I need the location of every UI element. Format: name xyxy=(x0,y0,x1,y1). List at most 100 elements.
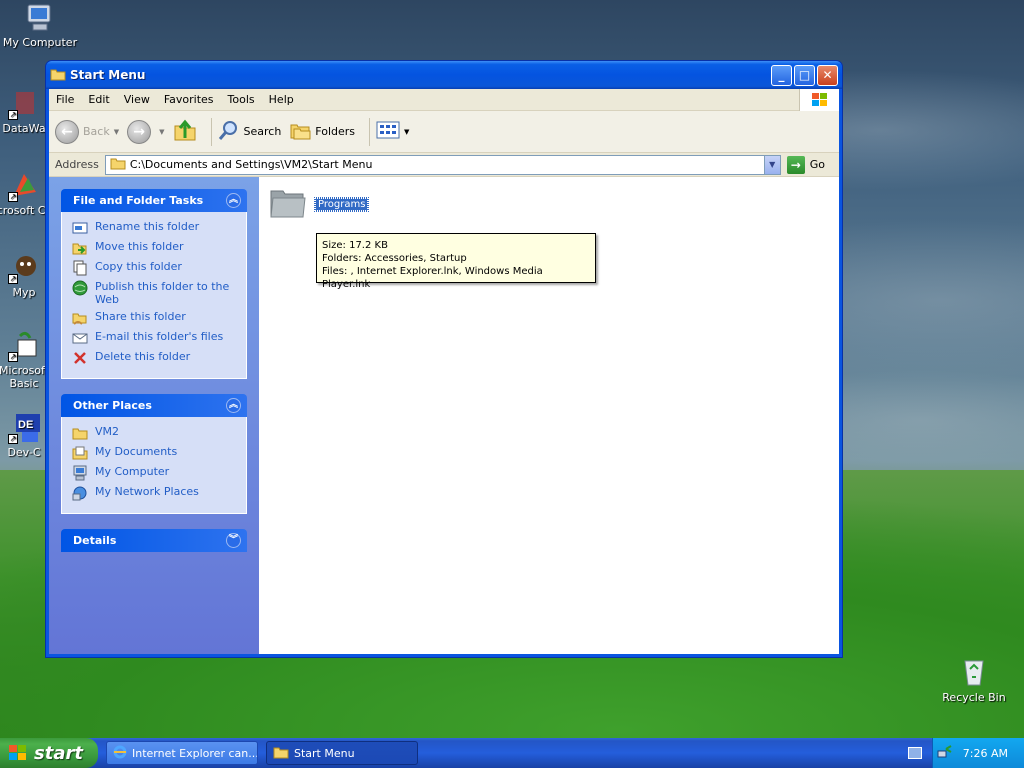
task-label: Move this folder xyxy=(95,240,184,253)
taskbar-button-start-menu[interactable]: Start Menu xyxy=(266,741,418,765)
place-label: My Documents xyxy=(95,445,178,458)
address-value: C:\Documents and Settings\VM2\Start Menu xyxy=(129,158,373,171)
standard-toolbar: ← Back ▼ → ▼ Search Folders ▼ xyxy=(49,111,839,153)
tooltip-size: Size: 17.2 KB xyxy=(322,240,388,251)
windows-flag-icon xyxy=(8,744,28,762)
move-icon xyxy=(72,240,88,256)
task-share-folder[interactable]: Share this folder xyxy=(72,310,236,326)
desktop-icon-my-computer[interactable]: My Computer xyxy=(0,2,80,49)
place-vm2[interactable]: VM2 xyxy=(72,425,236,441)
folder-icon xyxy=(273,745,289,762)
clock[interactable]: 7:26 AM xyxy=(963,747,1008,760)
window-title: Start Menu xyxy=(70,68,146,82)
collapse-chevron-icon[interactable]: ︽ xyxy=(226,398,241,413)
recycle-bin-label: Recycle Bin xyxy=(942,691,1006,704)
email-icon xyxy=(72,330,88,346)
taskbar-button-label: Start Menu xyxy=(294,746,355,760)
up-folder-icon xyxy=(173,118,197,145)
svg-text:DE: DE xyxy=(18,419,33,431)
shortcut-arrow-icon: ↗ xyxy=(8,192,18,202)
network-places-icon xyxy=(72,485,88,501)
folder-label: Programs xyxy=(313,197,370,212)
menu-edit[interactable]: Edit xyxy=(81,93,116,106)
task-email-files[interactable]: E-mail this folder's files xyxy=(72,330,236,346)
back-button[interactable]: ← Back ▼ xyxy=(55,119,119,144)
menu-tools[interactable]: Tools xyxy=(221,93,262,106)
expand-chevron-icon[interactable]: ︾ xyxy=(226,533,241,548)
explorer-window: Start Menu _ □ ✕ File Edit View Favorite… xyxy=(45,60,843,658)
task-publish-folder[interactable]: Publish this folder to the Web xyxy=(72,280,236,306)
back-dropdown-icon[interactable]: ▼ xyxy=(114,128,119,136)
file-folder-tasks-header[interactable]: File and Folder Tasks ︽ xyxy=(61,189,247,212)
address-label: Address xyxy=(55,158,99,171)
task-copy-folder[interactable]: Copy this folder xyxy=(72,260,236,276)
my-computer-icon xyxy=(72,465,88,481)
desktop-icon-label: Microsoft Basic xyxy=(0,364,50,390)
shortcut-arrow-icon: ↗ xyxy=(8,434,18,444)
start-label: start xyxy=(34,742,83,764)
toolbar-separator xyxy=(210,117,212,146)
shortcut-arrow-icon: ↗ xyxy=(8,274,18,284)
close-button[interactable]: ✕ xyxy=(817,64,838,86)
my-documents-icon xyxy=(72,445,88,461)
start-button[interactable]: start xyxy=(0,738,98,768)
menu-file[interactable]: File xyxy=(49,93,81,106)
place-my-computer[interactable]: My Computer xyxy=(72,465,236,481)
task-label: Delete this folder xyxy=(95,350,191,363)
place-label: My Network Places xyxy=(95,485,199,498)
task-pane: File and Folder Tasks ︽ Rename this fold… xyxy=(49,177,259,654)
menu-favorites[interactable]: Favorites xyxy=(157,93,221,106)
taskbar-button-internet-explorer[interactable]: Internet Explorer can... xyxy=(106,741,258,765)
desktop-icon-recycle-bin[interactable]: Recycle Bin xyxy=(938,655,1010,704)
keyboard-layout-icon[interactable] xyxy=(902,738,928,768)
task-label: Copy this folder xyxy=(95,260,182,273)
go-label: Go xyxy=(809,158,825,171)
views-dropdown-icon[interactable]: ▼ xyxy=(404,128,409,136)
folder-icon xyxy=(269,185,307,224)
task-label: Share this folder xyxy=(95,310,186,323)
views-icon xyxy=(376,120,400,143)
task-delete-folder[interactable]: Delete this folder xyxy=(72,350,236,366)
up-button[interactable] xyxy=(173,118,197,145)
datawa-icon: ↗ xyxy=(8,88,40,120)
visual-basic-icon: ↗ xyxy=(8,330,40,362)
minimize-button[interactable]: _ xyxy=(771,64,792,86)
folder-item-programs[interactable]: Programs xyxy=(269,185,370,224)
menu-bar: File Edit View Favorites Tools Help xyxy=(49,89,839,111)
internet-explorer-icon xyxy=(113,745,127,762)
maximize-button[interactable]: □ xyxy=(794,64,815,86)
task-rename-folder[interactable]: Rename this folder xyxy=(72,220,236,236)
other-places-header[interactable]: Other Places ︽ xyxy=(61,394,247,417)
collapse-chevron-icon[interactable]: ︽ xyxy=(226,193,241,208)
details-header[interactable]: Details ︾ xyxy=(61,529,247,552)
file-folder-tasks-panel: File and Folder Tasks ︽ Rename this fold… xyxy=(61,189,247,379)
place-label: VM2 xyxy=(95,425,120,438)
menu-view[interactable]: View xyxy=(117,93,157,106)
folder-info-tooltip: Size: 17.2 KB Folders: Accessories, Star… xyxy=(316,233,596,290)
forward-button[interactable]: → ▼ xyxy=(127,119,165,144)
rename-icon xyxy=(72,220,88,236)
place-my-documents[interactable]: My Documents xyxy=(72,445,236,461)
place-network-places[interactable]: My Network Places xyxy=(72,485,236,501)
folder-icon xyxy=(110,156,126,173)
go-arrow-icon: → xyxy=(786,155,805,174)
search-button[interactable]: Search xyxy=(218,119,281,144)
visual-cpp-icon: ↗ xyxy=(8,170,40,202)
task-move-folder[interactable]: Move this folder xyxy=(72,240,236,256)
forward-dropdown-icon[interactable]: ▼ xyxy=(159,128,164,136)
title-bar[interactable]: Start Menu _ □ ✕ xyxy=(46,61,842,89)
recycle-bin-icon xyxy=(958,655,990,687)
folders-icon xyxy=(289,119,311,144)
details-panel: Details ︾ xyxy=(61,529,247,552)
network-tray-icon[interactable] xyxy=(937,744,953,762)
copy-icon xyxy=(72,260,88,276)
menu-help[interactable]: Help xyxy=(262,93,301,106)
views-button[interactable]: ▼ xyxy=(376,120,409,143)
address-field[interactable]: C:\Documents and Settings\VM2\Start Menu… xyxy=(104,154,781,175)
go-button[interactable]: → Go xyxy=(786,155,825,174)
file-view: Programs Size: 17.2 KB Folders: Accessor… xyxy=(259,177,839,654)
address-dropdown-icon[interactable]: ▼ xyxy=(763,155,780,174)
folders-button[interactable]: Folders xyxy=(289,119,355,144)
publish-web-icon xyxy=(72,280,88,296)
search-icon xyxy=(218,119,240,144)
